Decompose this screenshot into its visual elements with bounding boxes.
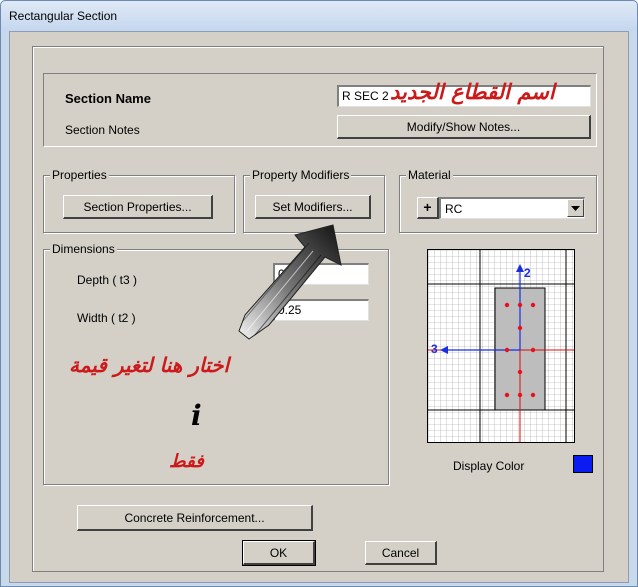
material-selected-value: RC: [445, 202, 463, 216]
material-select[interactable]: RC: [439, 197, 585, 219]
section-preview-drawing: [428, 250, 574, 442]
dialog-window: Rectangular Section Section Name R SEC 2…: [0, 0, 638, 587]
ok-button[interactable]: OK: [242, 540, 316, 566]
section-notes-label: Section Notes: [65, 123, 140, 137]
concrete-reinforcement-button[interactable]: Concrete Reinforcement...: [77, 505, 313, 531]
modify-notes-button[interactable]: Modify/Show Notes...: [337, 115, 591, 139]
material-legend: Material: [406, 168, 453, 182]
width-label: Width ( t2 ): [77, 311, 136, 325]
modifier-annotation-line3: فقط: [169, 451, 204, 472]
chevron-down-icon: [571, 206, 580, 211]
modifier-annotation-line2: i: [191, 399, 202, 432]
display-color-label: Display Color: [453, 459, 525, 473]
section-properties-button[interactable]: Section Properties...: [63, 195, 213, 219]
cancel-button[interactable]: Cancel: [365, 541, 437, 565]
pointer-arrow-icon: [238, 224, 342, 340]
property-modifiers-legend: Property Modifiers: [250, 168, 352, 182]
depth-label: Depth ( t3 ): [77, 273, 138, 287]
dialog-body: Section Name R SEC 2 اسم القطاع الجديد S…: [9, 31, 629, 583]
axis-2-label: 2: [524, 266, 531, 280]
axis-3-label: 3: [431, 342, 438, 356]
title-bar[interactable]: Rectangular Section: [1, 1, 637, 31]
modifier-annotation-line1: اختار هنا لتغير قيمة: [69, 353, 229, 377]
section-name-value: R SEC 2: [342, 89, 389, 103]
add-material-button[interactable]: +: [417, 197, 439, 219]
window-title: Rectangular Section: [9, 9, 118, 23]
section-name-annotation: اسم القطاع الجديد: [390, 79, 555, 104]
properties-legend: Properties: [50, 168, 109, 182]
section-preview: 2 3: [427, 249, 575, 443]
section-name-label: Section Name: [65, 91, 151, 106]
content-frame: Section Name R SEC 2 اسم القطاع الجديد S…: [32, 46, 604, 572]
dimensions-legend: Dimensions: [50, 242, 117, 256]
display-color-swatch[interactable]: [573, 455, 593, 473]
material-dropdown-button[interactable]: [567, 199, 584, 217]
